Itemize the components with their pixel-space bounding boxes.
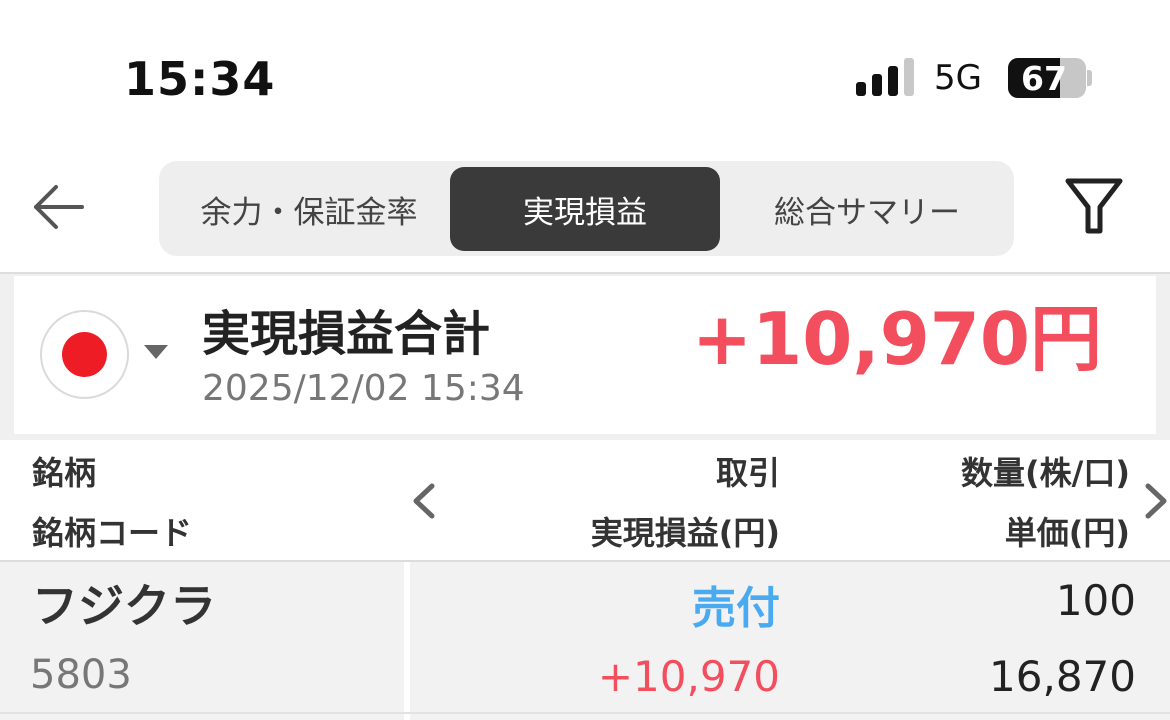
caret-down-icon[interactable] <box>144 345 168 359</box>
battery-tip <box>1087 70 1092 86</box>
cellular-signal-icon <box>856 58 916 96</box>
chevron-left-icon[interactable] <box>410 482 438 524</box>
header-trade: 取引 <box>715 454 780 492</box>
unit-price: 16,870 <box>989 652 1136 701</box>
header-unit-price: 単価(円) <box>1004 514 1130 552</box>
status-time: 15:34 <box>124 52 276 106</box>
stock-name: フジクラ <box>32 579 216 633</box>
tab-summary[interactable]: 総合サマリー <box>725 167 1009 251</box>
filter-button[interactable] <box>1062 175 1126 239</box>
tab-realized-pl[interactable]: 実現損益 <box>450 167 720 251</box>
arrow-left-icon <box>34 185 84 229</box>
network-type: 5G <box>934 58 982 98</box>
row-divider <box>0 712 1170 714</box>
chevron-right-icon[interactable] <box>1142 482 1170 524</box>
header-stock-code: 銘柄コード <box>32 514 193 552</box>
summary-title: 実現損益合計 <box>202 306 491 362</box>
table-header: 銘柄 銘柄コード 取引 実現損益(円) 数量(株/口) 単価(円) <box>0 440 1170 560</box>
summary-timestamp: 2025/12/02 15:34 <box>202 368 525 409</box>
header-realized-pl: 実現損益(円) <box>590 514 780 552</box>
header-quantity: 数量(株/口) <box>961 454 1130 492</box>
flag-circle <box>62 332 107 377</box>
tab-margin-ratio[interactable]: 余力・保証金率 <box>169 167 449 251</box>
tab-segmented-control: 余力・保証金率 実現損益 総合サマリー <box>159 161 1014 256</box>
stock-code: 5803 <box>30 652 132 698</box>
header-stock: 銘柄 <box>32 454 97 492</box>
quantity: 100 <box>1055 576 1136 625</box>
battery-level: 67 <box>1021 59 1067 98</box>
japan-flag-icon[interactable] <box>40 310 129 399</box>
realized-pl: +10,970 <box>597 652 780 701</box>
back-button[interactable] <box>30 180 88 234</box>
battery-icon: 67 <box>1008 58 1086 98</box>
summary-total: +10,970円 <box>691 297 1102 381</box>
trade-type: 売付 <box>692 583 780 634</box>
filter-icon <box>1065 178 1123 234</box>
